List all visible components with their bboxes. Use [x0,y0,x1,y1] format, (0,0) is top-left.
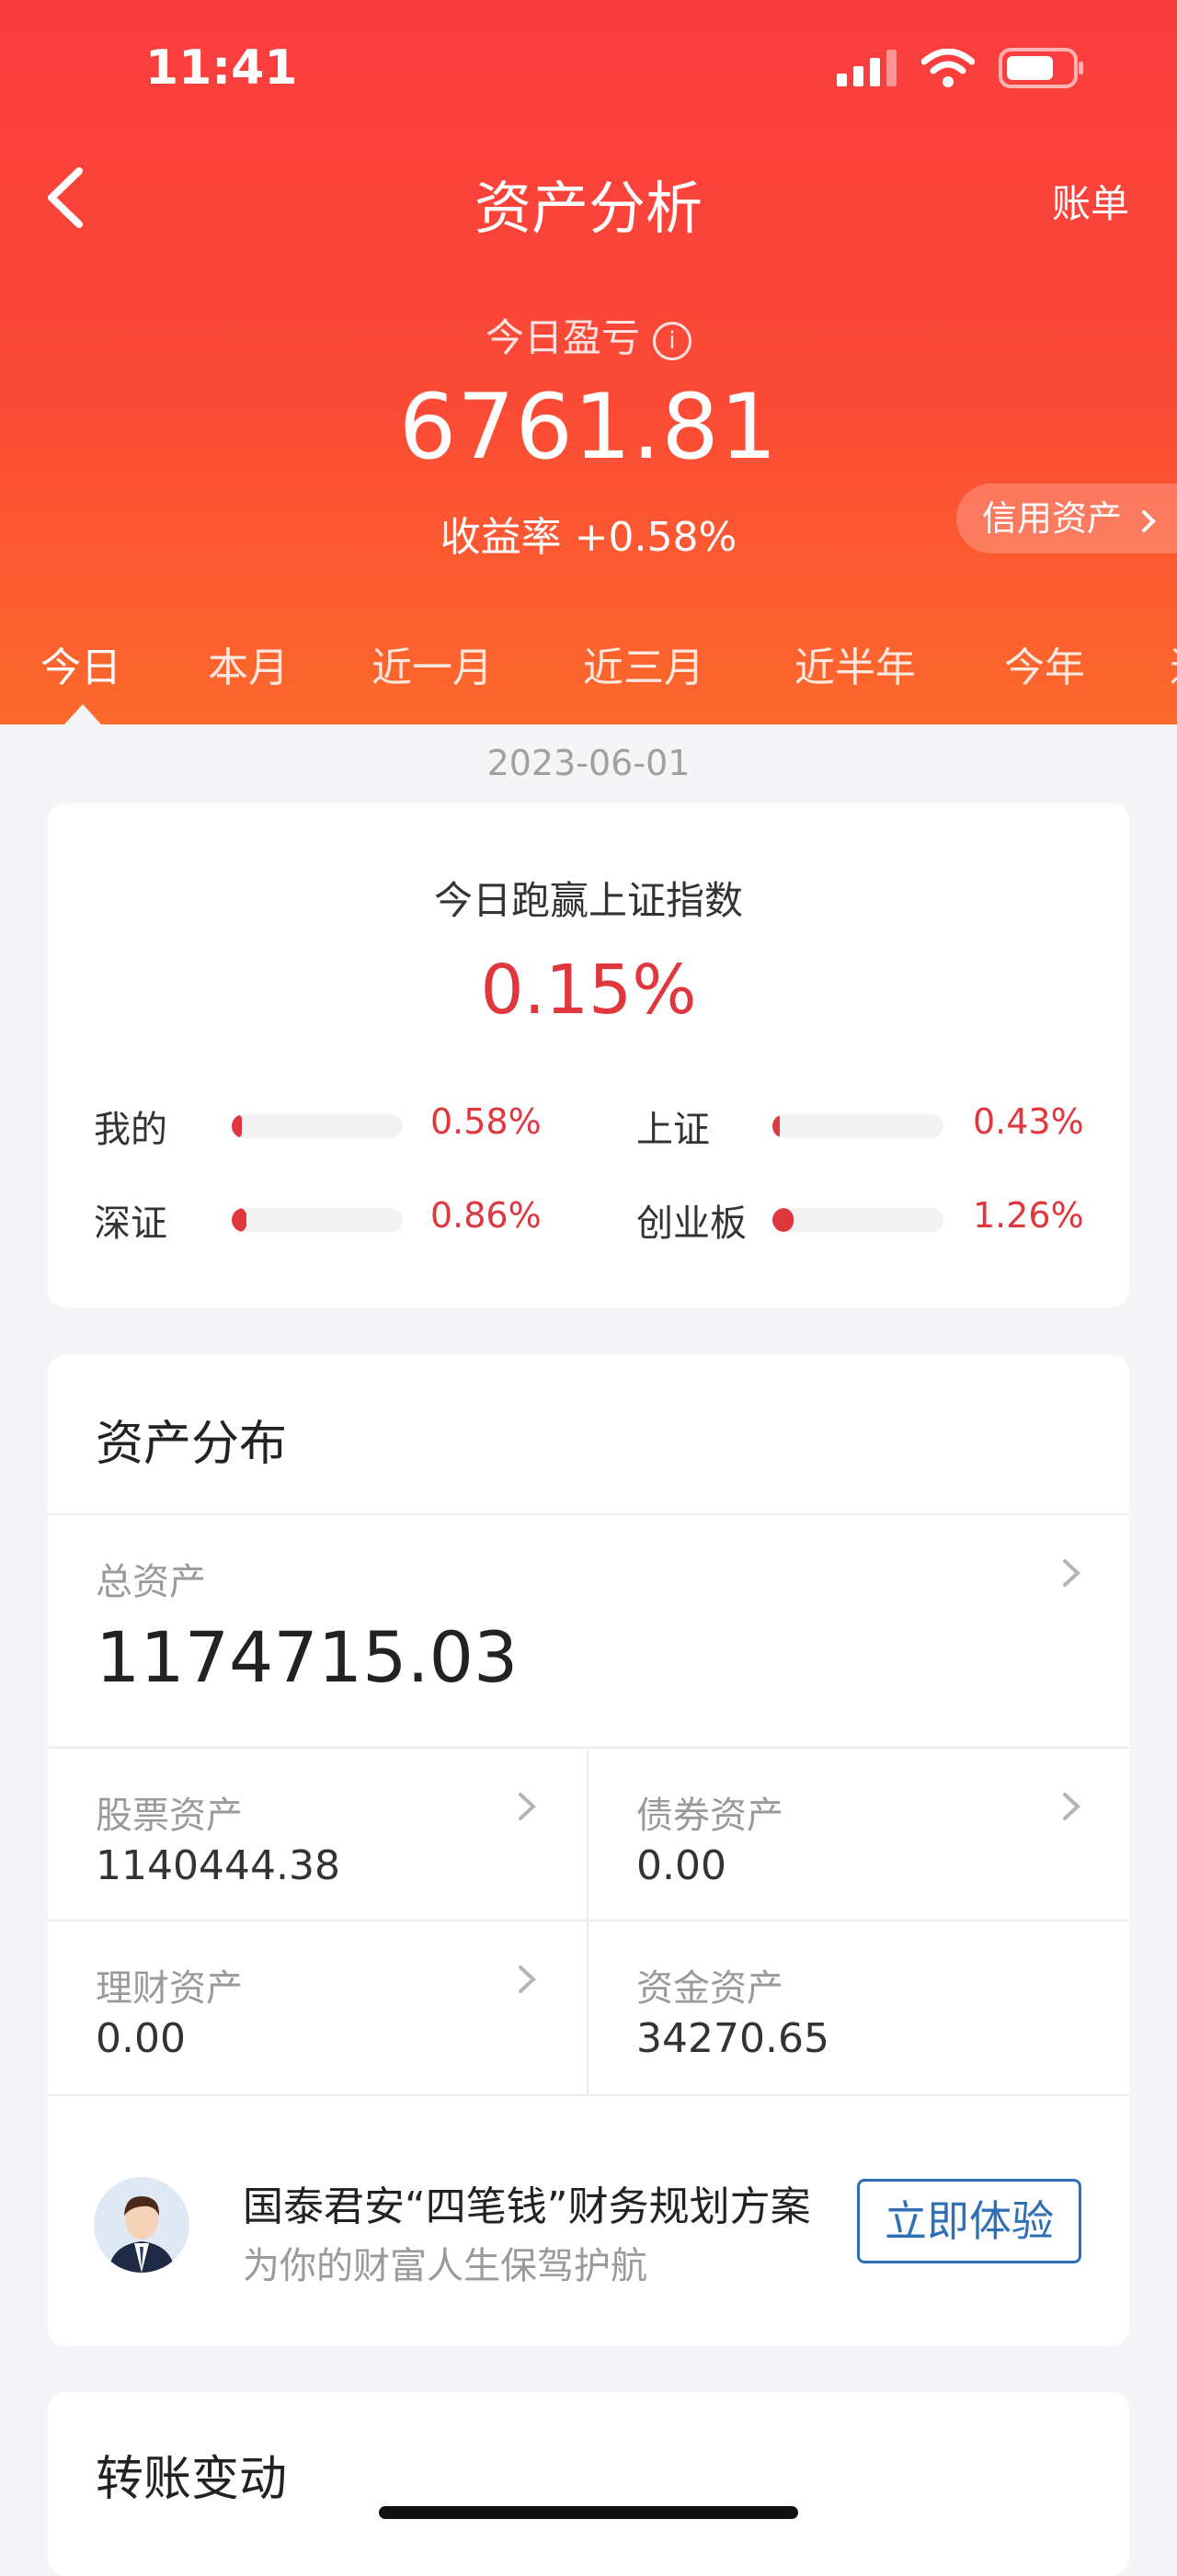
advisor-avatar [94,2177,189,2273]
bond-assets-cell[interactable]: 债券资产 0.00 [588,1749,1129,1920]
tab-today[interactable]: 今日 [40,634,121,693]
page-title: 资产分析 [474,175,703,242]
cash-assets-cell: 资金资产 34270.65 [588,1921,1129,2092]
bar-fill [232,1208,246,1232]
compare-label-chinext: 创业板 [636,1203,747,1245]
total-assets-label: 总资产 [96,1561,206,1603]
total-assets-value: 1174715.03 [96,1616,519,1698]
compare-bar-sse [772,1114,943,1138]
bond-assets-value: 0.00 [636,1842,726,1889]
compare-bar-szse [232,1208,403,1232]
battery-icon [999,48,1083,88]
bar-fill [232,1114,242,1138]
compare-pct-chinext: 1.26% [973,1195,1084,1236]
chevron-right-icon [1063,1793,1080,1820]
compare-pct-sse: 0.43% [973,1101,1084,1142]
compare-pct-szse: 0.86% [430,1195,542,1236]
bar-fill [772,1208,794,1232]
today-pnl-value: 6761.81 [398,375,779,480]
transfer-changes-card: 转账变动 [48,2392,1129,2576]
active-tab-indicator [64,704,101,724]
wealth-assets-cell[interactable]: 理财资产 0.00 [48,1921,587,2092]
cash-assets-value: 34270.65 [636,2015,829,2062]
tab-last-half-year[interactable]: 近半年 [794,634,916,693]
date-label: 2023-06-01 [486,743,691,783]
chevron-right-icon [1142,509,1156,532]
wealth-assets-value: 0.00 [96,2015,186,2062]
status-time: 11:41 [145,40,298,96]
tab-last-three-months[interactable]: 近三月 [583,634,704,693]
stock-assets-label: 股票资产 [96,1795,243,1837]
tab-this-month[interactable]: 本月 [208,634,289,693]
stock-assets-value: 1140444.38 [96,1842,340,1889]
try-now-button[interactable]: 立即体验 [857,2179,1081,2263]
cash-assets-label: 资金资产 [636,1967,783,2010]
chevron-right-icon [519,1793,536,1820]
asset-distribution-card: 资产分布 总资产 1174715.03 股票资产 1140444.38 债券资产… [48,1355,1129,2346]
period-tabs: 今日 本月 近一月 近三月 近半年 今年 近 [0,634,1177,708]
compare-label-szse: 深证 [94,1203,167,1245]
compare-bar-chinext [772,1208,943,1232]
info-icon[interactable]: i [653,321,691,360]
home-indicator [379,2506,798,2519]
promo-title: 国泰君安“四笔钱”财务规划方案 [243,2183,811,2230]
status-icons [837,48,1085,88]
asset-distribution-title: 资产分布 [96,1417,288,1472]
chevron-right-icon [519,1966,536,1993]
tab-more[interactable]: 近 [1170,634,1177,693]
chevron-right-icon [1063,1559,1080,1587]
total-assets-row[interactable]: 总资产 1174715.03 [48,1515,1129,1723]
benchmark-card: 今日跑赢上证指数 0.15% 我的 0.58% 上证 0.43% 深证 0.86… [48,804,1129,1307]
bill-link[interactable]: 账单 [1052,173,1129,229]
wealth-assets-label: 理财资产 [96,1967,243,2010]
benchmark-value: 0.15% [480,951,697,1030]
header: 11:41 资产分析 账单 今日盈亏 i 6761.81 收益率 +0.58% 信… [0,0,1177,724]
compare-label-sse: 上证 [636,1109,710,1151]
person-icon [109,2195,175,2273]
compare-bar-mine [232,1114,403,1138]
planning-promo: 国泰君安“四笔钱”财务规划方案 为你的财富人生保驾护航 立即体验 [48,2096,1129,2346]
tab-last-month[interactable]: 近一月 [371,634,493,693]
compare-label-mine: 我的 [94,1109,167,1151]
stock-assets-cell[interactable]: 股票资产 1140444.38 [48,1749,587,1920]
wifi-icon [921,49,975,87]
promo-subtitle: 为你的财富人生保驾护航 [243,2245,647,2287]
transfer-changes-title: 转账变动 [96,2452,288,2507]
compare-pct-mine: 0.58% [430,1101,542,1142]
benchmark-title: 今日跑赢上证指数 [433,878,743,923]
credit-assets-button[interactable]: 信用资产 [956,484,1177,553]
today-pnl-label: 今日盈亏 i [0,307,1177,363]
tab-this-year[interactable]: 今年 [1004,634,1085,693]
signal-icon [837,50,897,86]
credit-assets-label: 信用资产 [982,498,1123,539]
bond-assets-label: 债券资产 [636,1795,783,1837]
bar-fill [772,1114,780,1138]
